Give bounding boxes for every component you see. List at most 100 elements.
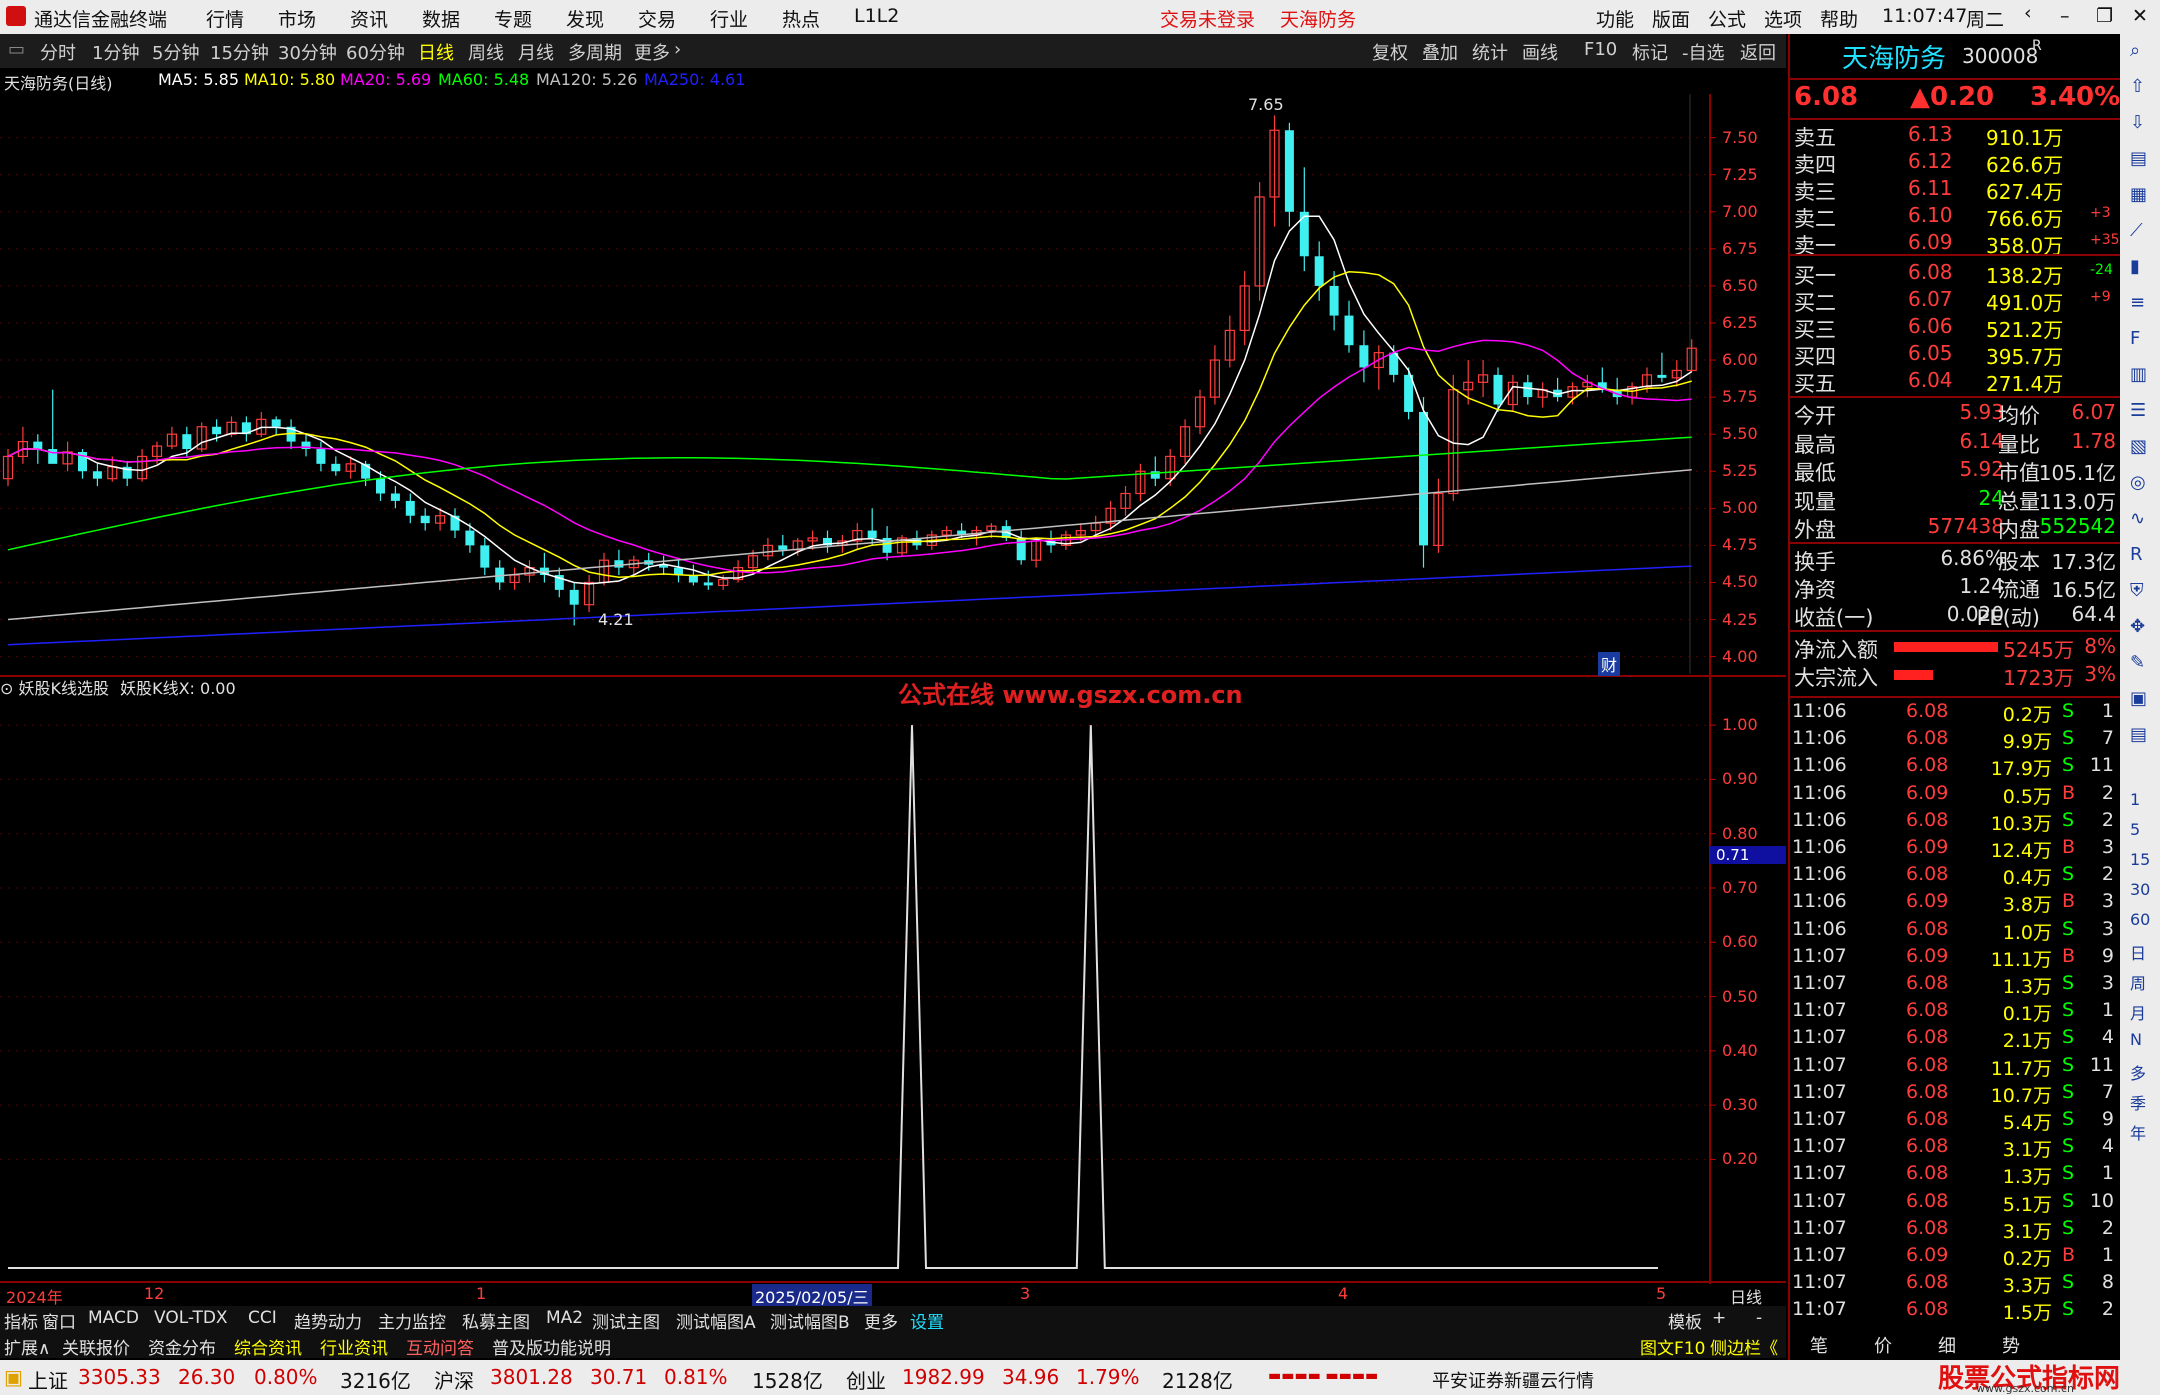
side-tab[interactable]: 侧边栏《	[1710, 1334, 1778, 1359]
chart-icon[interactable]: ⟋	[2130, 220, 2143, 241]
period-fenshi[interactable]: 分时	[40, 39, 76, 65]
indicator-tab[interactable]: MACD	[88, 1308, 139, 1328]
menu-faxian[interactable]: 发现	[566, 5, 604, 32]
menu-l1l2[interactable]: L1L2	[854, 5, 899, 27]
doc-icon[interactable]: ▤	[2130, 148, 2147, 169]
period-15min[interactable]: 15分钟	[210, 39, 269, 65]
indicator-tab[interactable]: CCI	[248, 1308, 277, 1328]
shield-icon[interactable]: ⛨	[2130, 580, 2144, 601]
rsi-icon[interactable]: R	[2130, 544, 2143, 565]
indicator-tab[interactable]: 趋势动力	[294, 1308, 362, 1333]
period-multi[interactable]: 多周期	[568, 39, 622, 65]
tool-diejia[interactable]: 叠加	[1422, 39, 1458, 65]
up-icon[interactable]: ⇧	[2130, 76, 2145, 97]
menu-banmian[interactable]: 版面	[1652, 5, 1690, 32]
period-more[interactable]: 更多	[634, 39, 670, 65]
extension-tab[interactable]: 互动问答	[406, 1334, 474, 1359]
period-monthly[interactable]: 月线	[518, 39, 554, 65]
tick-tab[interactable]: 势	[2002, 1332, 2020, 1358]
list-icon[interactable]: ≡	[2130, 292, 2145, 313]
extension-tab[interactable]: 普及版功能说明	[492, 1334, 611, 1359]
period-shortcut[interactable]: 年	[2130, 1120, 2146, 1144]
tick-tab[interactable]: 细	[1938, 1332, 1956, 1358]
index-sh-name[interactable]: 上证	[28, 1365, 68, 1394]
circle-icon[interactable]: ◎	[2130, 472, 2146, 493]
menu-gongneng[interactable]: 功能	[1596, 5, 1634, 32]
period-shortcut[interactable]: 60	[2130, 910, 2150, 929]
cai-badge[interactable]: 财	[1598, 652, 1621, 676]
menu-jiaoyi[interactable]: 交易	[638, 5, 676, 32]
indicator-tab[interactable]: 测试主图	[592, 1308, 660, 1333]
menu-hangqing[interactable]: 行情	[206, 5, 244, 32]
table-icon[interactable]: ▥	[2130, 364, 2147, 385]
period-shortcut[interactable]: 季	[2130, 1090, 2146, 1114]
close-icon[interactable]: ✕	[2132, 5, 2148, 27]
menu-bangzhu[interactable]: 帮助	[1820, 5, 1858, 32]
period-60min[interactable]: 60分钟	[346, 39, 405, 65]
index-hs-name[interactable]: 沪深	[434, 1365, 474, 1394]
period-1min[interactable]: 1分钟	[92, 39, 139, 65]
period-shortcut[interactable]: 多	[2130, 1060, 2146, 1084]
indicator-tab[interactable]: 私募主图	[462, 1308, 530, 1333]
period-shortcut[interactable]: N	[2130, 1030, 2142, 1049]
period-shortcut[interactable]: 5	[2130, 820, 2140, 839]
period-30min[interactable]: 30分钟	[278, 39, 337, 65]
tool-zixuan[interactable]: -自选	[1682, 39, 1725, 65]
period-shortcut[interactable]: 1	[2130, 790, 2140, 809]
template-tab[interactable]: +	[1712, 1308, 1726, 1328]
side-tab[interactable]: 图文F10	[1640, 1334, 1705, 1359]
indicator-tab[interactable]: 更多	[864, 1308, 898, 1333]
down-icon[interactable]: ⇩	[2130, 112, 2145, 133]
candle-icon[interactable]: ▮	[2130, 256, 2140, 277]
indicator-tab[interactable]: VOL-TDX	[154, 1308, 228, 1328]
extension-tab[interactable]: 资金分布	[148, 1334, 216, 1359]
indicator-tab[interactable]: MA2	[546, 1308, 583, 1328]
template-tab[interactable]: -	[1756, 1308, 1762, 1328]
move-icon[interactable]: ✥	[2130, 616, 2145, 637]
indicator-tab[interactable]: 设置	[910, 1308, 944, 1333]
server-name[interactable]: 平安证券新疆云行情	[1432, 1367, 1594, 1393]
tick-tab[interactable]: 价	[1874, 1332, 1892, 1358]
period-shortcut[interactable]: 日	[2130, 940, 2146, 964]
extension-tab[interactable]: 扩展∧	[4, 1334, 50, 1359]
menu-zixun[interactable]: 资讯	[350, 5, 388, 32]
indicator-tab[interactable]: 指标	[4, 1308, 38, 1333]
kline-chart[interactable]	[0, 94, 1786, 1284]
index-cy-name[interactable]: 创业	[846, 1365, 886, 1394]
menu-shuju[interactable]: 数据	[422, 5, 460, 32]
menu-xuanxiang[interactable]: 选项	[1764, 5, 1802, 32]
tool-back[interactable]: 返回	[1740, 39, 1776, 65]
period-shortcut[interactable]: 30	[2130, 880, 2150, 899]
minimize-icon[interactable]: –	[2060, 5, 2070, 27]
template-tab[interactable]: 模板	[1668, 1308, 1702, 1333]
tick-tab[interactable]: 笔	[1810, 1332, 1828, 1358]
menu-redian[interactable]: 热点	[782, 5, 820, 32]
fund-icon[interactable]: ▧	[2130, 436, 2147, 457]
list2-icon[interactable]: ☰	[2130, 400, 2146, 421]
period-daily[interactable]: 日线	[418, 39, 454, 65]
back-icon[interactable]: ‹	[2024, 2, 2032, 24]
tool-f10[interactable]: F10	[1584, 39, 1617, 60]
period-shortcut[interactable]: 15	[2130, 850, 2150, 869]
pen-icon[interactable]: ✎	[2130, 652, 2145, 673]
tool-huaxian[interactable]: 画线	[1522, 39, 1558, 65]
login-status[interactable]: 交易未登录	[1160, 5, 1255, 32]
tool-biaoji[interactable]: 标记	[1632, 39, 1668, 65]
period-shortcut[interactable]: 月	[2130, 1000, 2146, 1024]
indicator-tab[interactable]: 测试幅图B	[770, 1308, 850, 1333]
tool-tongji[interactable]: 统计	[1472, 39, 1508, 65]
period-weekly[interactable]: 周线	[468, 39, 504, 65]
indicator-tab[interactable]: 测试幅图A	[676, 1308, 756, 1333]
period-5min[interactable]: 5分钟	[152, 39, 199, 65]
menu-zhuanti[interactable]: 专题	[494, 5, 532, 32]
menu-gongshi[interactable]: 公式	[1708, 5, 1746, 32]
tool-fuquan[interactable]: 复权	[1372, 39, 1408, 65]
grid-icon[interactable]: ▦	[2130, 184, 2147, 205]
period-shortcut[interactable]: 周	[2130, 970, 2146, 994]
wave-icon[interactable]: ∿	[2130, 508, 2145, 529]
indicator-toggle-icon[interactable]: ⊙	[0, 679, 13, 698]
search-icon[interactable]: ⌕	[2130, 40, 2140, 61]
f10-icon[interactable]: F	[2130, 328, 2140, 349]
chevron-right-icon[interactable]: ›	[674, 39, 681, 60]
indicator-tab[interactable]: 窗口	[42, 1308, 76, 1333]
